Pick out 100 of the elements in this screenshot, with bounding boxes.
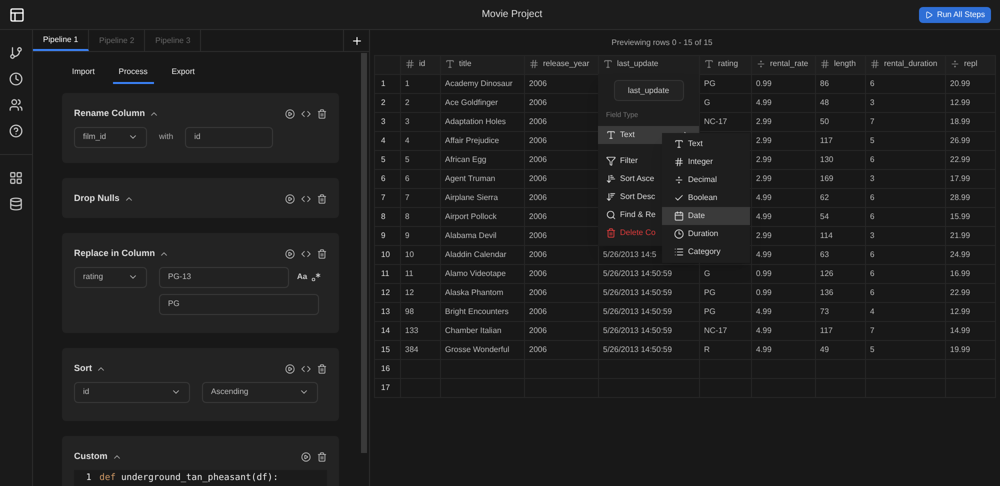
table-cell: 4.99 — [752, 188, 816, 208]
delete-icon[interactable] — [317, 364, 327, 374]
table-cell: 22.99 — [946, 150, 996, 170]
table-cell: 63 — [816, 246, 866, 264]
input-field[interactable]: PG-13 — [159, 266, 289, 288]
table-cell: PG — [700, 284, 752, 302]
divide-icon — [756, 58, 766, 68]
row-number: 7 — [374, 188, 400, 208]
delete-icon[interactable] — [317, 108, 327, 119]
code-icon[interactable] — [301, 194, 311, 204]
table-cell: 3 — [400, 112, 440, 132]
table-cell: 5 — [400, 150, 440, 170]
row-number: 10 — [374, 246, 400, 264]
column-header[interactable]: length — [816, 56, 866, 74]
type-option[interactable]: Duration — [662, 225, 750, 243]
table-cell: 169 — [816, 170, 866, 188]
table-cell: 6 — [400, 170, 440, 188]
delete-icon[interactable] — [317, 452, 327, 462]
column-header[interactable]: rental_rate — [752, 56, 816, 74]
type-option[interactable]: Integer — [662, 153, 750, 171]
column-header[interactable]: title — [440, 56, 524, 74]
type-option[interactable]: Date — [662, 207, 750, 225]
code-icon[interactable] — [301, 364, 311, 374]
pipeline-tab[interactable]: Pipeline 1 — [33, 30, 90, 51]
step-title: Drop Nulls — [74, 192, 120, 205]
table-cell: 136 — [816, 284, 866, 302]
table-cell: 50 — [816, 112, 866, 132]
plus-icon — [350, 34, 362, 46]
run-icon[interactable] — [301, 452, 311, 462]
table-cell: 86 — [816, 74, 866, 94]
table-cell: 117 — [816, 132, 866, 150]
run-icon[interactable] — [285, 364, 295, 374]
branch-icon[interactable] — [9, 46, 23, 60]
users-icon[interactable] — [9, 98, 23, 112]
table-cell: 10 — [400, 246, 440, 264]
table-cell: 7 — [400, 188, 440, 208]
run-icon[interactable] — [285, 248, 295, 259]
dropdown-select[interactable]: rating — [74, 266, 147, 288]
table-cell: 4.99 — [752, 94, 816, 112]
table-cell: 133 — [400, 322, 440, 340]
dropdown-select[interactable]: id — [74, 382, 190, 402]
delete-icon[interactable] — [317, 194, 327, 204]
code-icon[interactable] — [301, 248, 311, 259]
table-cell: 6 — [866, 74, 946, 94]
row-number: 4 — [374, 132, 400, 150]
table-cell: 26.99 — [946, 132, 996, 150]
table-cell: 4.99 — [752, 246, 816, 264]
match-case-toggle[interactable]: Aa — [297, 271, 308, 283]
table-cell: 5/26/2013 14:50:59 — [598, 264, 700, 284]
step-title: Rename Column — [74, 107, 146, 120]
table-cell: Ace Goldfinger — [440, 94, 524, 112]
table-cell: 3 — [866, 226, 946, 246]
input-field[interactable]: id — [185, 126, 274, 148]
table-cell: Airplane Sierra — [440, 188, 524, 208]
text-type-icon — [606, 130, 616, 140]
database-icon[interactable] — [9, 197, 23, 211]
type-option[interactable]: Boolean — [662, 189, 750, 207]
table-cell: 4 — [400, 132, 440, 150]
table-cell: Alaska Phantom — [440, 284, 524, 302]
run-all-button[interactable]: Run All Steps — [918, 6, 991, 22]
table-cell: 48 — [816, 94, 866, 112]
table-cell: Airport Pollock — [440, 208, 524, 226]
table-cell: 6 — [866, 208, 946, 226]
table-cell: 5 — [866, 340, 946, 360]
run-icon[interactable] — [285, 194, 295, 204]
column-header[interactable]: last_update — [598, 56, 700, 74]
step-tab[interactable]: Export — [166, 62, 201, 84]
type-option[interactable]: Decimal — [662, 171, 750, 189]
clock-icon[interactable] — [9, 72, 23, 86]
table-cell: 6 — [866, 284, 946, 302]
table-cell: 22.99 — [946, 284, 996, 302]
step-tab[interactable]: Process — [112, 62, 154, 84]
delete-icon[interactable] — [317, 248, 327, 259]
code-icon[interactable] — [301, 108, 311, 119]
table-cell: Alabama Devil — [440, 226, 524, 246]
help-icon[interactable] — [9, 124, 23, 138]
table-cell: 2006 — [524, 322, 598, 340]
trash-icon — [606, 228, 616, 238]
column-header[interactable]: repl — [946, 56, 996, 74]
dropdown-select[interactable]: film_id — [74, 126, 147, 148]
input-field[interactable]: PG — [159, 294, 319, 314]
run-icon[interactable] — [285, 108, 295, 119]
with-label: with — [159, 131, 174, 143]
step-tab[interactable]: Import — [66, 62, 101, 84]
field-name-input[interactable]: last_update — [614, 80, 684, 101]
table-cell: 2006 — [524, 284, 598, 302]
scrollbar[interactable] — [361, 53, 367, 453]
table-cell: 9 — [400, 226, 440, 246]
hash-icon — [405, 58, 415, 68]
dropdown-select[interactable]: Ascending — [202, 382, 318, 402]
column-header[interactable]: rating — [700, 56, 752, 74]
table-cell: 0.99 — [752, 264, 816, 284]
column-header[interactable]: rental_duration — [866, 56, 946, 74]
regex-icon[interactable] — [311, 272, 322, 282]
column-header[interactable]: release_year — [524, 56, 598, 74]
grid-icon[interactable] — [9, 171, 23, 185]
column-header[interactable]: id — [400, 56, 440, 74]
row-number: 14 — [374, 322, 400, 340]
table-cell: 6 — [866, 150, 946, 170]
table-cell: 17.99 — [946, 170, 996, 188]
